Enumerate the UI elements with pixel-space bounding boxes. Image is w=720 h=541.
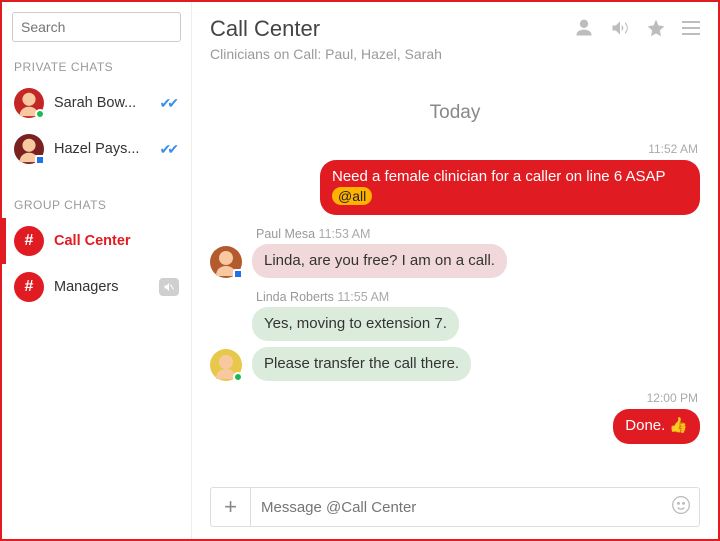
message-input[interactable] <box>251 499 663 516</box>
chat-item-label: Sarah Bow... <box>54 95 150 111</box>
read-receipt-icon: ✔✔ <box>160 95 175 112</box>
main-pane: Call Center Clinicians on Call: Paul, Ha… <box>192 2 718 539</box>
channel-hash-icon: # <box>14 226 44 256</box>
group-chat-item-call-center[interactable]: # Call Center <box>2 218 191 264</box>
chat-item-label: Hazel Pays... <box>54 141 150 157</box>
menu-icon[interactable] <box>682 21 700 35</box>
message-bubble-outgoing: Done.👍 <box>613 409 700 443</box>
presence-busy-icon <box>35 155 45 165</box>
sender-name: Paul Mesa <box>256 227 315 241</box>
message-text: Need a female clinician for a caller on … <box>332 168 665 185</box>
message-text: Please transfer the call there. <box>264 355 459 372</box>
composer: + <box>210 487 700 527</box>
message-meta: Paul Mesa 11:53 AM <box>256 227 700 241</box>
message-bubble-incoming: Linda, are you free? I am on a call. <box>252 244 507 278</box>
message-meta: Linda Roberts 11:55 AM <box>256 290 700 304</box>
presence-online-icon <box>35 109 45 119</box>
app-window: PRIVATE CHATS Sarah Bow... ✔✔ Hazel Pays… <box>0 0 720 541</box>
channel-hash-icon: # <box>14 272 44 302</box>
search-input[interactable] <box>12 12 181 42</box>
sidebar: PRIVATE CHATS Sarah Bow... ✔✔ Hazel Pays… <box>2 2 192 539</box>
message-time: 11:55 AM <box>337 290 389 304</box>
person-icon[interactable] <box>574 18 594 38</box>
avatar <box>210 246 242 278</box>
message-bubble-outgoing: Need a female clinician for a caller on … <box>320 160 700 215</box>
private-chat-item[interactable]: Sarah Bow... ✔✔ <box>2 80 191 126</box>
emoji-button[interactable] <box>663 495 699 520</box>
sender-name: Linda Roberts <box>256 290 334 304</box>
private-chat-item[interactable]: Hazel Pays... ✔✔ <box>2 126 191 172</box>
message-text: Done. <box>625 417 665 434</box>
chat-title: Call Center <box>210 16 564 42</box>
section-private-label: PRIVATE CHATS <box>2 52 191 80</box>
avatar <box>14 134 44 164</box>
section-group-label: GROUP CHATS <box>2 190 191 218</box>
chat-item-label: Managers <box>54 279 149 295</box>
avatar <box>210 349 242 381</box>
attach-button[interactable]: + <box>211 488 251 526</box>
message-time: 11:53 AM <box>319 227 371 241</box>
timestamp: 12:00 PM <box>210 387 700 409</box>
muted-icon <box>159 278 179 296</box>
presence-busy-icon <box>233 269 243 279</box>
message-text: Linda, are you free? I am on a call. <box>264 252 495 269</box>
message-text: Yes, moving to extension 7. <box>264 315 447 332</box>
chat-subtitle: Clinicians on Call: Paul, Hazel, Sarah <box>210 46 564 62</box>
chat-header: Call Center Clinicians on Call: Paul, Ha… <box>192 2 718 72</box>
mention-pill: @all <box>332 187 372 205</box>
message-bubble-incoming: Please transfer the call there. <box>252 347 471 381</box>
chat-item-label: Call Center <box>54 233 179 249</box>
day-divider: Today <box>210 72 700 138</box>
thumbs-up-icon: 👍 <box>669 417 688 434</box>
avatar <box>14 88 44 118</box>
star-icon[interactable] <box>646 18 666 38</box>
message-bubble-incoming: Yes, moving to extension 7. <box>252 307 459 341</box>
message-list: Today 11:52 AM Need a female clinician f… <box>192 72 718 479</box>
group-chat-item-managers[interactable]: # Managers <box>2 264 191 310</box>
timestamp: 11:52 AM <box>210 138 700 160</box>
sound-icon[interactable] <box>610 18 630 38</box>
read-receipt-icon: ✔✔ <box>160 141 175 158</box>
